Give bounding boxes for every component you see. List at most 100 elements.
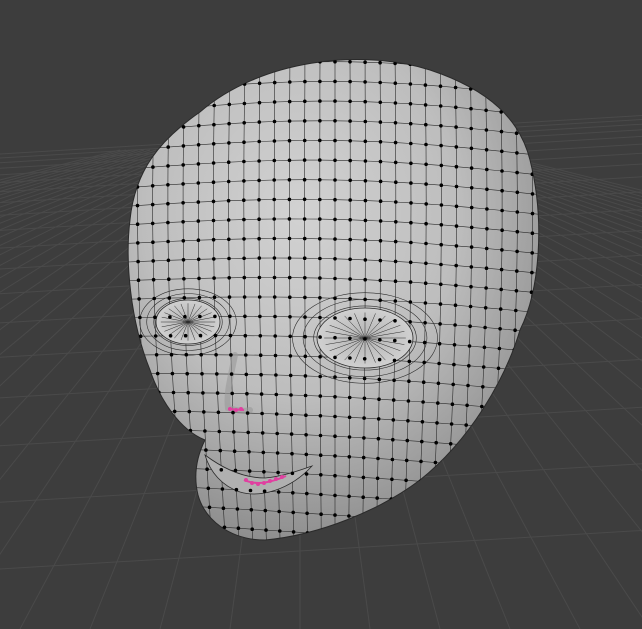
mesh-vertex (136, 259, 140, 264)
mesh-vertex (465, 403, 469, 408)
mesh-vertex (348, 297, 352, 301)
mesh-vertex (275, 451, 280, 455)
mesh-vertex (318, 315, 322, 320)
mesh-vertex (393, 299, 398, 303)
mesh-vertex (304, 413, 308, 418)
mesh-vertex (393, 81, 398, 85)
mesh-vertex (199, 352, 203, 357)
mesh-vertex (212, 257, 216, 261)
mesh-vertex (453, 323, 457, 327)
mesh-vertex (251, 547, 255, 551)
mesh-vertex (393, 140, 398, 145)
mesh-vertex (227, 102, 232, 107)
mesh-vertex (181, 182, 185, 186)
mesh-vertex (524, 408, 528, 413)
mesh-vertex (375, 476, 380, 481)
mesh-vertex (454, 184, 459, 189)
mesh-vertex (197, 123, 201, 128)
mesh-vertex (106, 243, 110, 247)
mesh-vertex (499, 90, 503, 94)
mesh-vertex (438, 322, 442, 326)
mesh-vertex (348, 376, 352, 380)
mesh-vertex (107, 298, 111, 302)
mesh-vertex (362, 357, 367, 361)
mesh-vertex (183, 333, 188, 338)
viewport-canvas[interactable] (0, 0, 642, 629)
mesh-vertex (304, 433, 308, 437)
mesh-vertex (393, 338, 397, 343)
mesh-vertex (106, 132, 110, 136)
mesh-vertex (303, 334, 307, 339)
mesh-vertex (430, 520, 435, 524)
mesh-vertex (151, 502, 156, 507)
mesh-vertex (552, 431, 556, 435)
mesh-vertex (439, 262, 443, 267)
mesh-vertex (408, 102, 413, 106)
mesh-vertex (486, 524, 491, 528)
mesh-vertex (260, 411, 264, 416)
mesh-vertex (394, 220, 398, 224)
mesh-vertex (439, 124, 443, 128)
mesh-vertex (560, 137, 564, 141)
mesh-vertex (347, 514, 351, 518)
mesh-vertex (259, 392, 264, 396)
mesh-vertex (333, 197, 337, 202)
mesh-vertex (505, 466, 509, 470)
mesh-vertex (518, 487, 522, 491)
mesh-vertex (137, 73, 142, 77)
mesh-vertex (363, 99, 368, 104)
mesh-vertex (181, 163, 185, 167)
mesh-vertex (227, 141, 231, 145)
mesh-vertex (333, 493, 337, 498)
mesh-vertex (424, 122, 428, 127)
mesh-vertex (545, 292, 549, 296)
mesh-vertex (196, 162, 201, 166)
mesh-vertex (136, 241, 140, 245)
mesh-vertex (182, 106, 186, 110)
mesh-vertex (318, 296, 322, 300)
mesh-vertex (415, 559, 419, 563)
mesh-vertex (393, 101, 398, 105)
mesh-vertex (227, 295, 232, 299)
mesh-vertex (454, 244, 459, 248)
mesh-vertex (152, 90, 156, 94)
mesh-vertex (348, 178, 353, 183)
mesh-vertex (375, 496, 380, 500)
mesh-vertex (333, 257, 337, 261)
mesh-vertex (453, 46, 457, 50)
mesh-vertex (136, 129, 140, 133)
mesh-vertex (212, 103, 216, 108)
mesh-vertex (196, 200, 201, 204)
mesh-vertex (176, 466, 181, 470)
mesh-vertex (439, 143, 443, 148)
mesh-vertex (409, 161, 413, 166)
mesh-vertex (541, 370, 545, 374)
mesh-vertex (122, 482, 126, 486)
mesh-vertex (242, 179, 246, 183)
mesh-vertex (494, 405, 499, 410)
mesh-vertex (272, 119, 277, 124)
mesh-vertex (469, 126, 474, 131)
mesh-vertex (453, 65, 458, 70)
mesh-vertex (211, 161, 216, 165)
mesh-vertex (167, 88, 171, 93)
mesh-vertex (197, 66, 202, 71)
mesh-vertex (333, 119, 337, 123)
mesh-vertex (389, 517, 393, 521)
mesh-vertex (166, 145, 170, 149)
mesh-vertex (468, 67, 473, 71)
mesh-edge-loop (129, 539, 539, 540)
mesh-vertex (215, 391, 220, 395)
mesh-vertex (262, 470, 266, 474)
mesh-vertex (390, 457, 395, 462)
3d-viewport[interactable] (0, 0, 642, 629)
mesh-vertex (424, 142, 428, 147)
mesh-vertex (167, 69, 172, 74)
mesh-vertex (378, 120, 383, 124)
mesh-vertex (484, 108, 488, 113)
mesh-vertex (260, 431, 265, 435)
mesh-vertex (227, 256, 231, 261)
mesh-vertex (515, 151, 519, 155)
mesh-vertex (318, 237, 322, 241)
mesh-vertex (492, 445, 496, 450)
